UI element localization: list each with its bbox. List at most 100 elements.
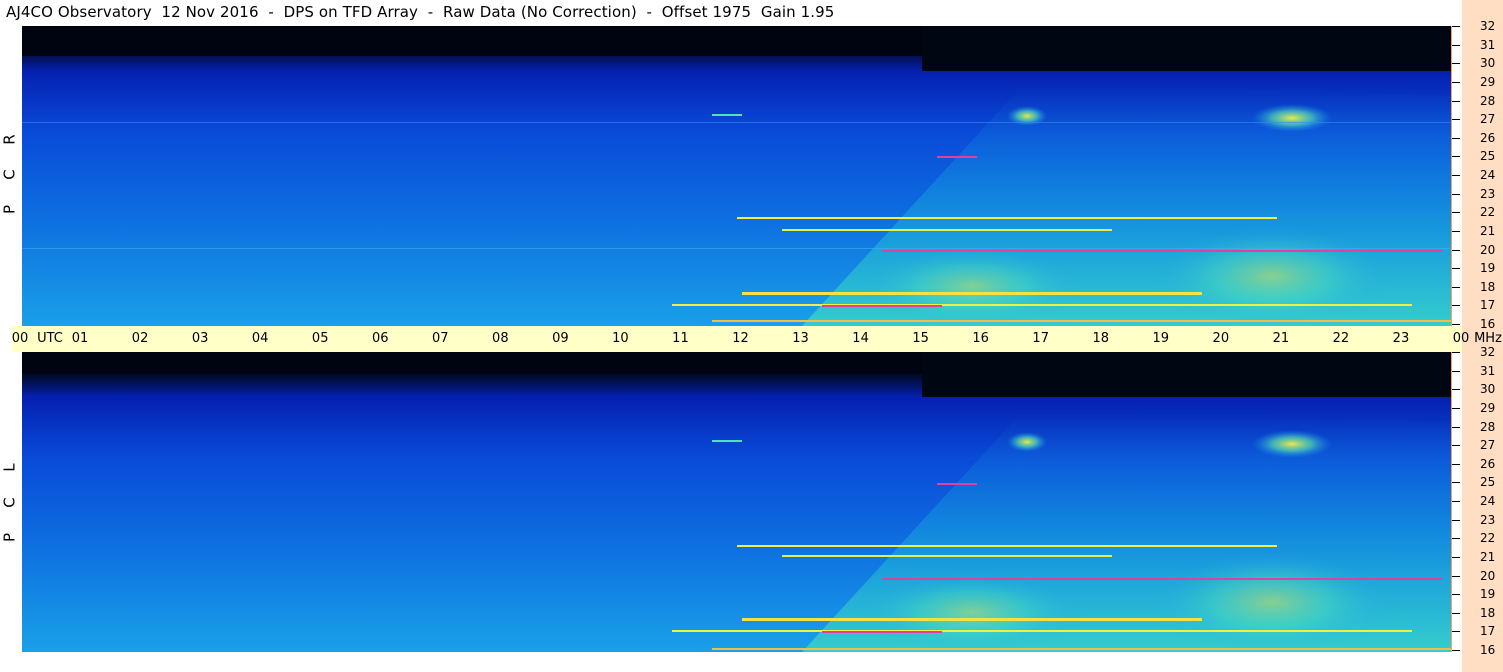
time-tick-label: 13 [792,331,809,346]
freq-tick [1452,230,1460,232]
time-axis: 00 01 02 03 04 05 06 07 08 09 10 11 12 13 14 15 16 17 18 19… [11,326,1502,352]
polarization-letter: R [0,134,19,145]
freq-tick-label: 22 [1480,205,1496,220]
time-tick-label: 19 [1152,331,1170,346]
time-tick-label: 08 [492,331,509,346]
freq-tick-label: 16 [1480,643,1496,657]
polarization-letter: C [0,497,19,508]
freq-tick-label: 32 [1480,345,1496,359]
lcp-edge-line [1451,352,1452,652]
freq-tick-label: 25 [1480,149,1496,164]
freq-unit-label: MHz [1474,331,1502,346]
freq-tick [1452,463,1460,465]
lcp-spectrogram [22,352,1452,652]
freq-tick [1452,119,1460,121]
freq-tick-label: 16 [1480,317,1496,331]
freq-tick-label: 19 [1480,587,1496,602]
polarization-letter: C [0,169,19,180]
freq-tick-label: 31 [1480,37,1496,52]
time-tick-label: 02 [131,331,149,346]
freq-tick [1452,193,1460,195]
freq-tick-label: 20 [1480,242,1496,257]
freq-tick [1452,249,1460,251]
lcp-spectrogram-image [22,352,1452,652]
time-tick-label: 15 [912,331,929,346]
freq-tick-label: 20 [1480,568,1496,583]
freq-tick [1452,556,1460,558]
freq-tick-label: 23 [1480,512,1496,527]
time-tick-label: 11 [672,331,689,346]
rcp-spectrogram-image [22,26,1452,326]
window-title: AJ4CO Observatory 12 Nov 2016 - DPS on T… [6,3,835,21]
time-tick-label: 07 [432,331,449,346]
time-tick-label: 14 [852,331,869,346]
freq-tick [1452,501,1460,502]
freq-tick [1452,370,1460,372]
freq-tick [1452,81,1460,83]
time-tick-label: 00 [1452,331,1470,346]
freq-tick-label: 31 [1480,363,1496,378]
time-tick-label: 03 [191,331,209,346]
freq-tick [1452,156,1460,158]
freq-tick [1452,175,1460,176]
time-tick-label: 16 [972,331,989,346]
freq-tick [1452,407,1460,409]
rcp-edge-line [1451,26,1452,326]
freq-tick [1452,212,1460,214]
polarization-letter: L [0,463,19,472]
freq-tick-label: 29 [1480,74,1496,89]
freq-tick-label: 32 [1480,19,1496,33]
time-tick-label: 00 [11,331,29,346]
freq-tick-label: 24 [1480,494,1496,508]
freq-tick-label: 25 [1480,475,1496,490]
freq-tick-label: 26 [1480,456,1496,471]
time-unit-label: UTC [37,331,63,346]
freq-tick [1452,44,1460,46]
time-tick-label: 09 [552,331,569,346]
freq-tick-label: 26 [1480,130,1496,145]
time-tick-label: 17 [1032,331,1049,346]
freq-tick [1452,575,1460,577]
time-tick-label: 12 [732,331,749,346]
time-tick-label: 20 [1212,331,1230,346]
freq-tick [1452,352,1460,353]
freq-tick [1452,286,1460,288]
time-tick-label: 10 [612,331,629,346]
freq-tick [1452,63,1460,65]
freq-tick-label: 17 [1480,298,1496,313]
time-tick-label: 05 [311,331,329,346]
freq-tick-label: 22 [1480,531,1496,546]
freq-tick [1452,100,1460,102]
lcp-label: L C P [1,450,19,555]
polarization-letter: P [0,204,19,215]
freq-tick-label: 27 [1480,438,1496,453]
freq-tick [1452,426,1460,428]
freq-tick [1452,482,1460,484]
rcp-label: R C P [1,122,19,227]
freq-tick [1452,389,1460,391]
time-tick-label: 01 [71,331,89,346]
time-tick-label: 22 [1332,331,1350,346]
freq-tick [1452,26,1460,27]
freq-tick-label: 19 [1480,261,1496,276]
freq-tick-label: 23 [1480,186,1496,201]
freq-tick [1452,631,1460,633]
freq-tick-label: 21 [1480,549,1496,564]
rcp-spectrogram [22,26,1452,326]
freq-tick [1452,612,1460,614]
freq-tick [1452,268,1460,270]
freq-tick-label: 21 [1480,223,1496,238]
time-tick-label: 23 [1392,331,1410,346]
freq-tick-label: 29 [1480,400,1496,415]
time-tick-label: 04 [251,331,269,346]
freq-tick-label: 17 [1480,624,1496,639]
freq-tick-label: 28 [1480,419,1496,434]
freq-tick-label: 30 [1480,56,1496,71]
freq-tick [1452,650,1460,651]
freq-tick-label: 28 [1480,93,1496,108]
freq-tick-label: 27 [1480,112,1496,127]
freq-tick-label: 30 [1480,382,1496,397]
freq-tick [1452,445,1460,447]
time-tick-label: 21 [1272,331,1290,346]
freq-tick-label: 18 [1480,605,1496,620]
